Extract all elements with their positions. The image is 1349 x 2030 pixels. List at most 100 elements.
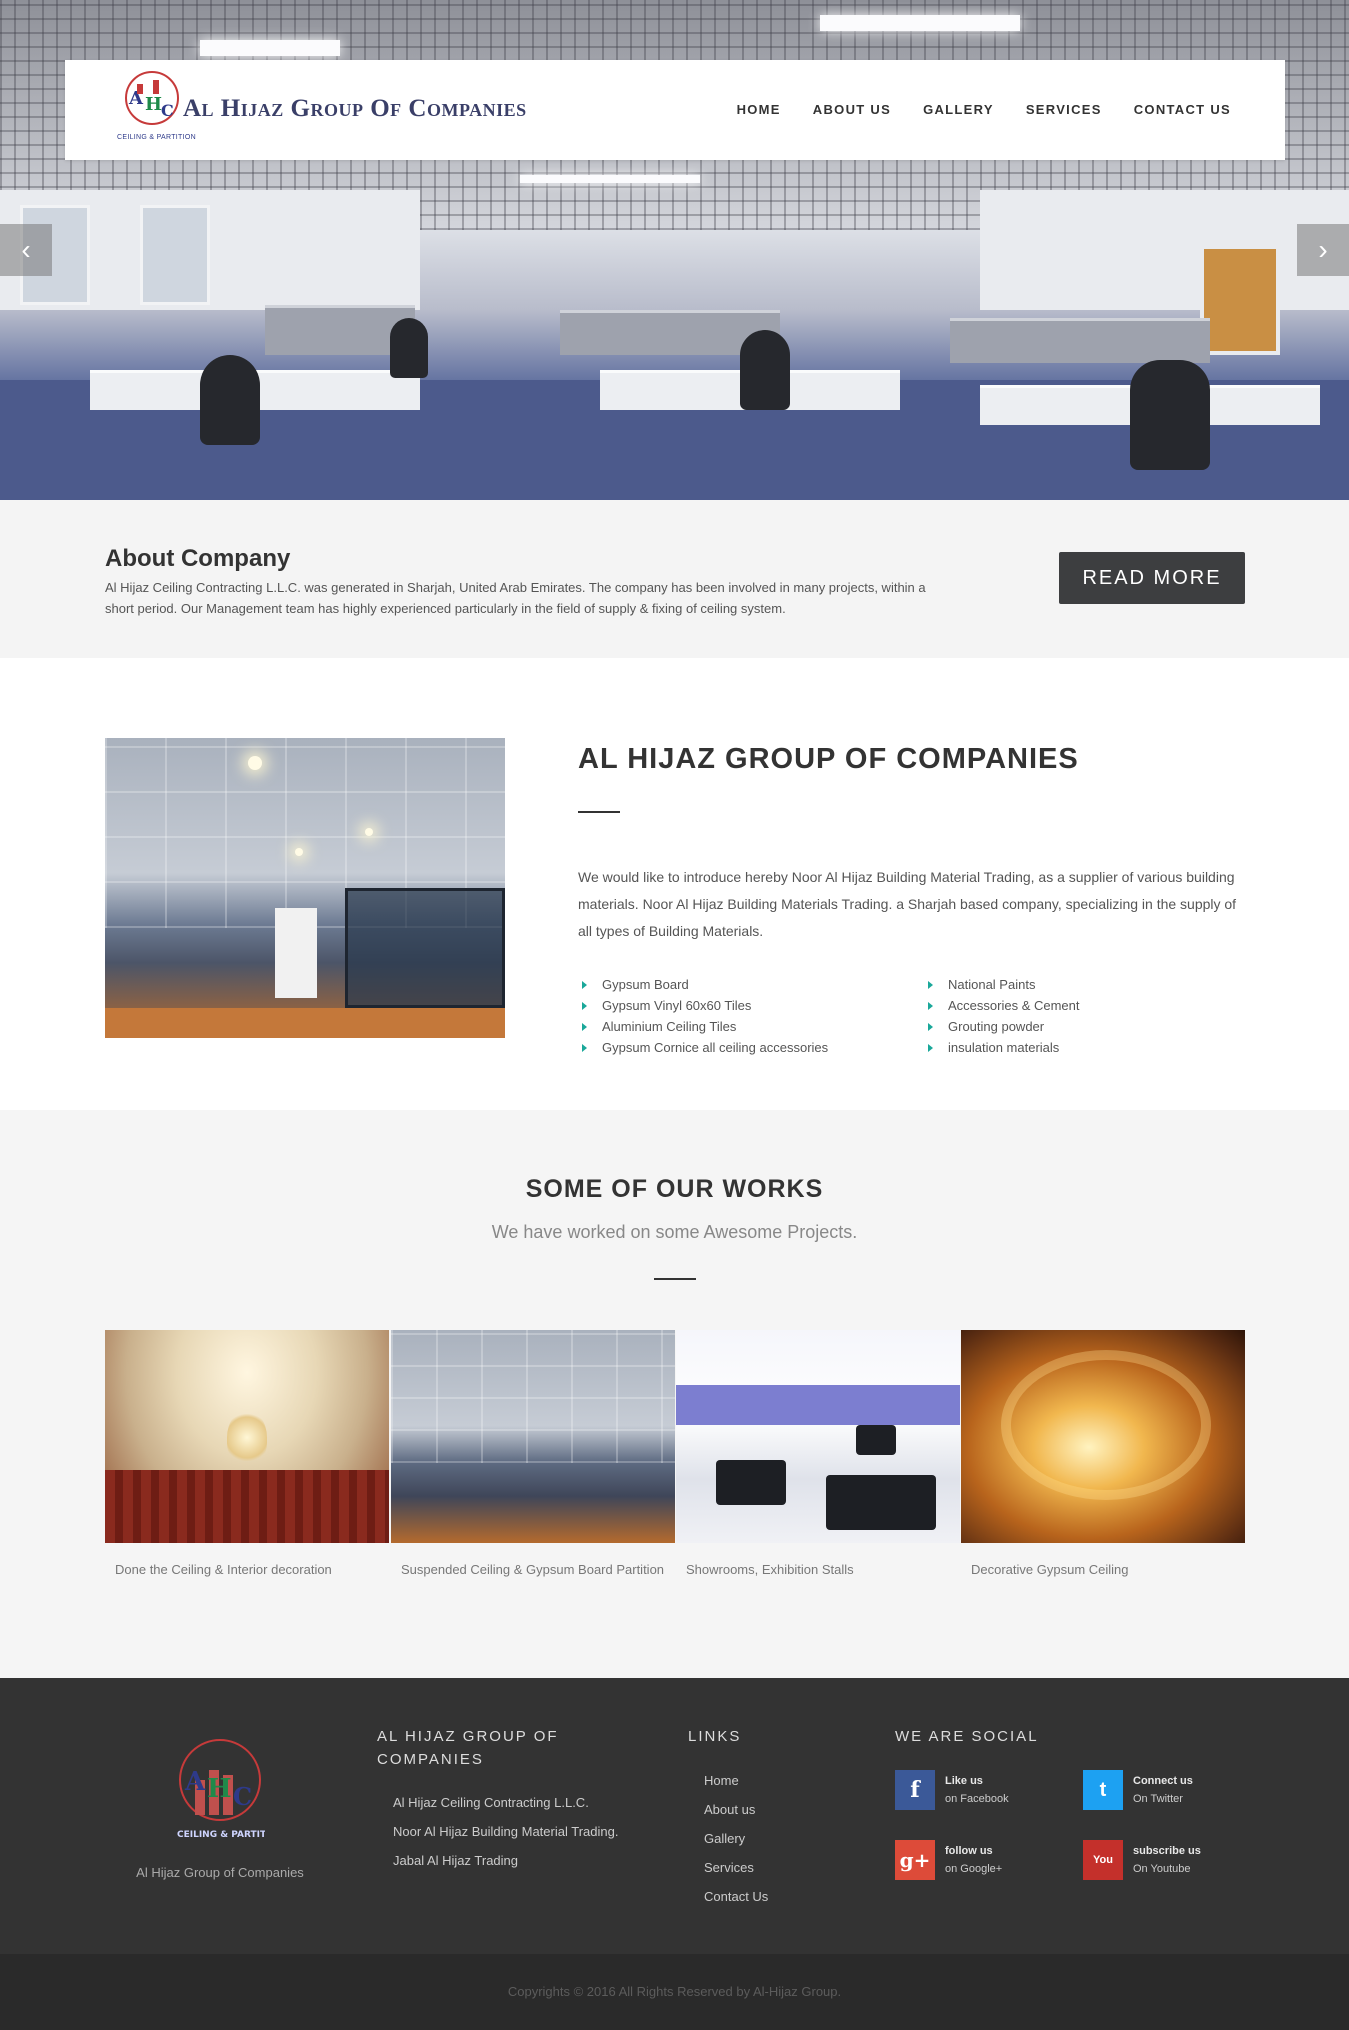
list-item: Gypsum Cornice all ceiling accessories — [578, 1037, 828, 1058]
image-door — [275, 908, 317, 998]
work-caption: Decorative Gypsum Ceiling — [971, 1562, 1129, 1577]
office-chair — [740, 330, 790, 410]
office-chair — [390, 318, 428, 378]
bullet-arrow-icon — [928, 1044, 933, 1052]
hero-wall — [980, 190, 1349, 310]
sofa — [856, 1425, 896, 1455]
showroom-wall — [676, 1385, 960, 1425]
youtube-icon[interactable]: You — [1083, 1840, 1123, 1880]
desk-divider — [950, 318, 1210, 363]
slider-prev-button[interactable]: ‹ — [0, 224, 52, 276]
materials-list-right: National Paints Accessories & Cement Gro… — [924, 974, 1080, 1058]
svg-text:H: H — [207, 1774, 232, 1804]
work-card[interactable]: Decorative Gypsum Ceiling — [961, 1330, 1245, 1580]
hero-window — [140, 205, 210, 305]
office-chair — [200, 355, 260, 445]
list-item: Gypsum Board — [578, 974, 828, 995]
slider-next-button[interactable]: › — [1297, 224, 1349, 276]
ceiling-lamp — [248, 756, 262, 770]
nav-services[interactable]: SERVICES — [1026, 102, 1102, 117]
list-item: Grouting powder — [924, 1016, 1080, 1037]
list-item: Accessories & Cement — [924, 995, 1080, 1016]
sofa — [826, 1475, 936, 1530]
works-section: SOME OF OUR WORKS We have worked on some… — [0, 1110, 1349, 1678]
svg-text:H: H — [145, 94, 162, 115]
company-title: AL HIJAZ GROUP OF COMPANIES — [578, 743, 1079, 775]
about-title: About Company — [105, 545, 291, 572]
footer-link-home[interactable]: Home — [704, 1766, 768, 1795]
social-title: Like us — [945, 1775, 983, 1787]
sofa — [716, 1460, 786, 1505]
work-image[interactable] — [961, 1330, 1245, 1543]
bullet-arrow-icon — [582, 1044, 587, 1052]
office-chair — [1130, 360, 1210, 470]
work-caption: Done the Ceiling & Interior decoration — [115, 1562, 332, 1577]
footer-link-services[interactable]: Services — [704, 1853, 768, 1882]
social-title: follow us — [945, 1845, 993, 1857]
work-image[interactable] — [676, 1330, 960, 1543]
social-google-plus[interactable]: g+ follow us on Google+ — [895, 1840, 1002, 1880]
bullet-arrow-icon — [928, 981, 933, 989]
footer-links: Home About us Gallery Services Contact U… — [704, 1766, 768, 1911]
read-more-button[interactable]: READ MORE — [1059, 552, 1245, 604]
chandelier — [227, 1410, 267, 1465]
social-subtitle: on Facebook — [945, 1793, 1009, 1805]
chevron-left-icon: ‹ — [21, 234, 31, 265]
svg-text:C: C — [233, 1782, 252, 1811]
materials-list-left: Gypsum Board Gypsum Vinyl 60x60 Tiles Al… — [578, 974, 828, 1058]
bullet-arrow-icon — [582, 1023, 587, 1031]
google-plus-icon[interactable]: g+ — [895, 1840, 935, 1880]
bullet-arrow-icon — [928, 1002, 933, 1010]
copyright-bar: Copyrights © 2016 All Rights Reserved by… — [0, 1954, 1349, 2030]
facebook-icon[interactable]: f — [895, 1770, 935, 1810]
footer-link-gallery[interactable]: Gallery — [704, 1824, 768, 1853]
ceiling-ring — [1001, 1350, 1211, 1500]
nav-home[interactable]: HOME — [737, 102, 781, 117]
twitter-icon[interactable]: t — [1083, 1770, 1123, 1810]
ceiling-light — [520, 175, 700, 183]
work-image[interactable] — [391, 1330, 675, 1543]
bullet-arrow-icon — [582, 981, 587, 989]
work-image[interactable] — [105, 1330, 389, 1543]
bullet-arrow-icon — [582, 1002, 587, 1010]
nav-about-us[interactable]: ABOUT US — [813, 102, 891, 117]
svg-text:CEILING & PARTITION: CEILING & PARTITION — [177, 1830, 265, 1840]
main-nav: HOME ABOUT US GALLERY SERVICES CONTACT U… — [737, 102, 1231, 117]
title-divider — [578, 811, 620, 813]
site-title[interactable]: Al Hijaz Group Of Companies — [183, 95, 527, 123]
header-bar: A H C CEILING & PARTITION Al Hijaz Group… — [65, 60, 1285, 160]
image-floor — [105, 1008, 505, 1038]
ceiling-grid — [391, 1330, 675, 1463]
work-caption: Showrooms, Exhibition Stalls — [686, 1562, 854, 1577]
footer: A H C CEILING & PARTITION Al Hijaz Group… — [0, 1678, 1349, 1954]
list-item: National Paints — [924, 974, 1080, 995]
ceiling-lamp — [295, 848, 303, 856]
nav-contact-us[interactable]: CONTACT US — [1134, 102, 1231, 117]
footer-link-contact-us[interactable]: Contact Us — [704, 1882, 768, 1911]
work-card[interactable]: Done the Ceiling & Interior decoration — [105, 1330, 389, 1580]
curtain — [105, 1470, 389, 1543]
list-item: Gypsum Vinyl 60x60 Tiles — [578, 995, 828, 1016]
work-card[interactable]: Suspended Ceiling & Gypsum Board Partiti… — [391, 1330, 675, 1580]
bullet-arrow-icon — [928, 1023, 933, 1031]
social-title: Connect us — [1133, 1775, 1193, 1787]
list-item: Noor Al Hijaz Building Material Trading. — [393, 1824, 619, 1839]
footer-group-list: Al Hijaz Ceiling Contracting L.L.C. Noor… — [393, 1788, 618, 1875]
work-caption: Suspended Ceiling & Gypsum Board Partiti… — [401, 1562, 665, 1577]
social-facebook[interactable]: f Like us on Facebook — [895, 1770, 1009, 1810]
hero-door — [1200, 245, 1280, 355]
hero-slider: A H C CEILING & PARTITION Al Hijaz Group… — [0, 0, 1349, 500]
logo-caption: CEILING & PARTITION — [117, 134, 196, 141]
svg-text:C: C — [161, 101, 174, 120]
ceiling-light — [200, 40, 340, 56]
title-divider — [654, 1278, 696, 1280]
footer-link-about-us[interactable]: About us — [704, 1795, 768, 1824]
work-card[interactable]: Showrooms, Exhibition Stalls — [676, 1330, 960, 1580]
company-section: AL HIJAZ GROUP OF COMPANIES We would lik… — [0, 658, 1349, 1110]
company-logo[interactable]: A H C — [123, 70, 181, 132]
nav-gallery[interactable]: GALLERY — [923, 102, 994, 117]
footer-logo-caption: Al Hijaz Group of Companies — [136, 1865, 304, 1880]
social-youtube[interactable]: You subscribe us On Youtube — [1083, 1840, 1201, 1880]
footer-logo: A H C CEILING & PARTITION — [177, 1739, 265, 1840]
social-twitter[interactable]: t Connect us On Twitter — [1083, 1770, 1193, 1810]
